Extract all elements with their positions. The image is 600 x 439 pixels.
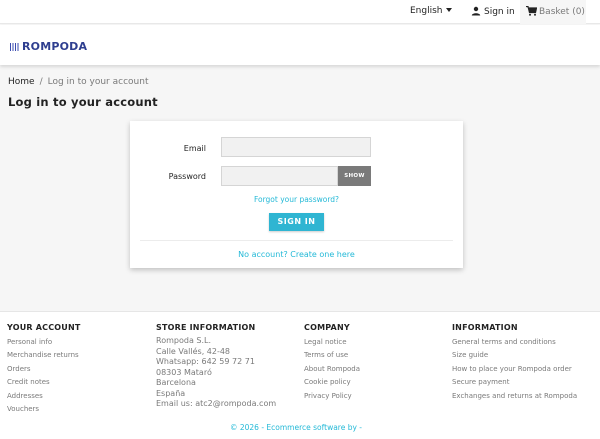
email-field[interactable] [221, 137, 371, 157]
top-nav: English Sign in Basket (0) [0, 0, 600, 24]
site-footer: YOUR ACCOUNT Personal info Merchandise r… [0, 311, 600, 439]
basket-label: Basket (0) [539, 7, 585, 17]
footer-link[interactable]: Orders [7, 363, 81, 376]
show-password-button[interactable]: SHOW [338, 166, 371, 186]
footer-column-title: INFORMATION [452, 323, 518, 332]
footer-link[interactable]: Personal info [7, 336, 81, 349]
password-label: Password [168, 172, 206, 181]
footer-link[interactable]: Privacy Policy [304, 390, 360, 403]
footer-column-your-account: YOUR ACCOUNT Personal info Merchandise r… [7, 323, 81, 416]
footer-link[interactable]: General terms and conditions [452, 336, 577, 349]
footer-link[interactable]: Size guide [452, 349, 577, 362]
store-info-line: España [156, 388, 186, 398]
footer-link[interactable]: Cookie policy [304, 376, 360, 389]
footer-column-store-information: STORE INFORMATION Rompoda S.L. Calle Val… [156, 323, 276, 410]
logo-text: ROMPODA [22, 40, 88, 53]
footer-link[interactable]: Secure payment [452, 376, 577, 389]
store-info-line: Rompoda S.L. [156, 336, 212, 345]
forgot-password-label[interactable]: Forgot your password? [254, 195, 339, 204]
footer-link[interactable]: Merchandise returns [7, 349, 81, 362]
store-info-line: 08303 Mataró [156, 367, 212, 377]
forgot-password-link: Forgot your password? [130, 195, 463, 204]
store-info-line: Whatsapp: 642 59 72 71 [156, 357, 255, 366]
sign-in-label: Sign in [484, 7, 515, 17]
footer-link[interactable]: Exchanges and returns at Rompoda [452, 390, 577, 403]
footer-link[interactable]: Addresses [7, 390, 81, 403]
cart-icon [526, 5, 538, 16]
footer-link[interactable]: Credit notes [7, 376, 81, 389]
site-logo[interactable]: ROMPODA [10, 40, 87, 53]
copyright[interactable]: © 2026 - Ecommerce software by - [0, 423, 592, 432]
language-selector[interactable]: English [410, 6, 452, 16]
create-account-link: No account? Create one here [130, 250, 463, 259]
footer-link[interactable]: Terms of use [304, 349, 360, 362]
basket-link[interactable]: Basket (0) [520, 0, 586, 24]
email-label: Email [183, 144, 206, 153]
footer-link[interactable]: How to place your Rompoda order [452, 363, 577, 376]
footer-link[interactable]: About Rompoda [304, 363, 360, 376]
divider [140, 240, 453, 241]
breadcrumb: Home / Log in to your account [8, 77, 148, 87]
breadcrumb-home[interactable]: Home [8, 77, 35, 87]
footer-column-information: INFORMATION General terms and conditions… [452, 323, 577, 403]
store-info-line: Barcelona [156, 378, 196, 387]
chevron-down-icon [445, 8, 452, 12]
footer-link[interactable]: Vouchers [7, 403, 81, 416]
page-title: Log in to your account [8, 95, 158, 109]
language-label: English [410, 6, 443, 16]
footer-column-title: STORE INFORMATION [156, 323, 256, 332]
login-form: Email Password SHOW Forgot your password… [130, 121, 463, 268]
footer-column-title: COMPANY [304, 323, 350, 332]
site-header: ROMPODA [0, 25, 600, 65]
footer-column-title: YOUR ACCOUNT [7, 323, 81, 332]
logo-mark-icon [10, 43, 20, 51]
sign-in-link[interactable]: Sign in [471, 6, 515, 17]
store-email-line[interactable]: Email us: atc2@rompoda.com [156, 399, 276, 410]
user-icon [471, 6, 481, 16]
footer-column-company: COMPANY Legal notice Terms of use About … [304, 323, 360, 403]
footer-link[interactable]: Legal notice [304, 336, 360, 349]
breadcrumb-current: Log in to your account [47, 77, 149, 87]
password-field[interactable] [221, 166, 338, 186]
sign-in-button[interactable]: SIGN IN [269, 213, 324, 231]
create-account-label[interactable]: No account? Create one here [238, 250, 355, 259]
breadcrumb-separator: / [39, 77, 43, 87]
store-info-line: Calle Vallés, 42-48 [156, 346, 231, 356]
